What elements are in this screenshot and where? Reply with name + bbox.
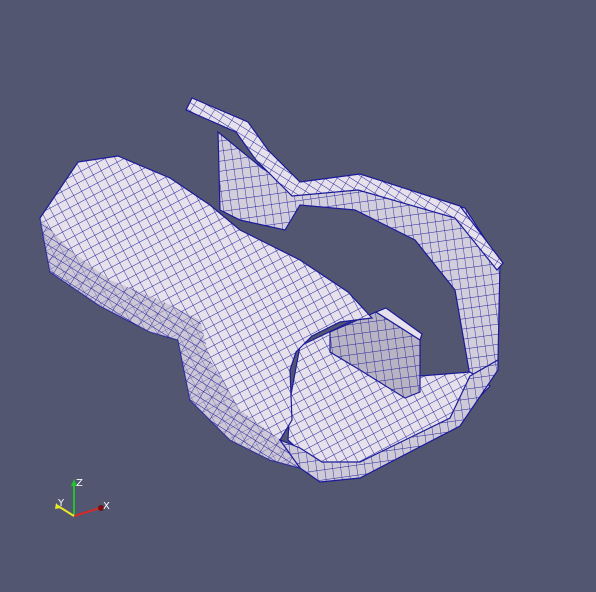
x-axis-line — [73, 507, 101, 517]
scene-canvas[interactable]: Z X Y — [0, 0, 596, 592]
x-axis-label: X — [103, 501, 110, 512]
render-viewport[interactable]: Z X Y — [0, 0, 596, 592]
y-axis-label: Y — [57, 498, 65, 509]
z-axis-label: Z — [76, 478, 83, 489]
orientation-axes-widget: Z X Y — [55, 478, 110, 517]
mesh-model[interactable] — [39, 97, 504, 483]
